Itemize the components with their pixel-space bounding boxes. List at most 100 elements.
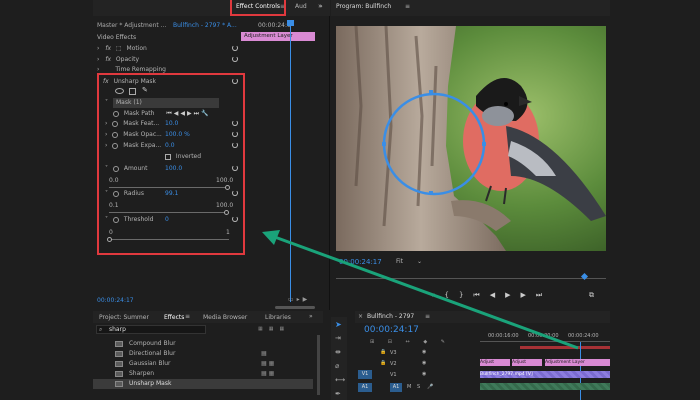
mask-path-row[interactable]: Mask Path ⏮◀◀▶⏭🔧 <box>113 109 241 119</box>
pen-mask-icon[interactable]: ✎ <box>142 86 148 94</box>
expand-chevron-icon[interactable]: › <box>105 120 107 127</box>
effects-list-item[interactable]: Sharpen ▦ ▦ <box>93 369 313 379</box>
tab-project-summer[interactable]: Project: Summer <box>99 314 149 321</box>
source-patch-a1[interactable]: A1 <box>358 383 372 392</box>
motion-reset-icon[interactable] <box>232 45 238 51</box>
program-ruler[interactable] <box>336 278 606 279</box>
rectangle-mask-icon[interactable] <box>129 88 136 95</box>
program-timecode[interactable]: 00:00:24:17 <box>339 258 382 266</box>
eye-icon[interactable]: ◉ <box>422 371 426 377</box>
radius-value[interactable]: 99.1 <box>165 189 178 199</box>
timeline-toolbar[interactable]: ⊞ ⊟ ↔ ◆ ✎ <box>370 339 451 345</box>
inverted-checkbox[interactable] <box>165 153 171 160</box>
tab-effects-menu-icon[interactable]: ≡ <box>185 313 190 320</box>
ripple-edit-tool-icon[interactable]: ⇼ <box>335 348 341 356</box>
threshold-reset-icon[interactable] <box>232 216 238 222</box>
fx-icon[interactable]: fx <box>105 45 111 52</box>
stopwatch-icon[interactable] <box>112 190 119 197</box>
stopwatch-icon[interactable] <box>112 165 119 172</box>
ec-scrollbar[interactable] <box>275 306 315 309</box>
opacity-row[interactable]: › fx Opacity <box>97 55 237 65</box>
mask-expansion-row[interactable]: › Mask Expa... 0.0 <box>105 141 241 151</box>
unsharp-reset-icon[interactable] <box>232 78 238 84</box>
search-icons-right[interactable]: ▦▦▦ <box>258 326 290 332</box>
export-frame-icon[interactable]: ⧉ <box>589 291 594 300</box>
ellipse-mask-icon[interactable] <box>115 88 124 94</box>
timeline-menu-icon[interactable]: ≡ <box>425 313 430 320</box>
threshold-row[interactable]: ˅ Threshold 0 <box>105 215 241 225</box>
timeline-close-icon[interactable]: × <box>358 313 363 320</box>
radius-row[interactable]: ˅ Radius 99.1 <box>105 189 241 199</box>
expand-chevron-icon[interactable]: › <box>97 45 99 52</box>
lock-icon[interactable]: 🔒 <box>380 349 386 355</box>
program-video-frame[interactable] <box>336 26 606 251</box>
effects-list-item[interactable]: Gaussian Blur ▦ ▦ <box>93 359 313 369</box>
panel-overflow-icon[interactable]: » <box>318 2 322 10</box>
collapse-chevron-icon[interactable]: ˅ <box>105 99 108 106</box>
effects-scrollbar[interactable] <box>317 335 320 395</box>
stopwatch-icon[interactable] <box>112 216 119 223</box>
expansion-reset-icon[interactable] <box>232 142 238 148</box>
bullfinch-video-clip[interactable]: Bullfinch_2797.mp4 [V] <box>480 371 610 378</box>
razor-tool-icon[interactable]: ⌀ <box>335 362 339 370</box>
slip-tool-icon[interactable]: ⟷ <box>335 376 345 384</box>
timeline-timecode[interactable]: 00:00:24:17 <box>364 325 419 335</box>
inverted-row[interactable]: Inverted <box>165 152 201 162</box>
opacity-reset-icon[interactable] <box>232 56 238 62</box>
mic-icon[interactable]: 🎤 <box>427 384 433 390</box>
mask-opacity-row[interactable]: › Mask Opac... 100.0 % <box>105 130 241 140</box>
tab-audio[interactable]: Aud <box>295 0 307 14</box>
timeline-ruler[interactable] <box>480 341 610 345</box>
mask-opacity-value[interactable]: 100.0 % <box>165 130 190 140</box>
fit-dropdown[interactable]: Fit ⌄ <box>396 258 422 265</box>
audio-clip[interactable] <box>480 383 610 390</box>
mask-track-controls[interactable]: ⏮◀◀▶⏭🔧 <box>166 110 210 117</box>
radius-reset-icon[interactable] <box>232 190 238 196</box>
stopwatch-icon[interactable] <box>112 131 119 138</box>
opacity-mask-reset-icon[interactable] <box>232 131 238 137</box>
amount-reset-icon[interactable] <box>232 165 238 171</box>
stopwatch-icon[interactable] <box>113 110 119 117</box>
fx-icon[interactable]: fx <box>103 78 109 85</box>
collapse-chevron-icon[interactable]: ˅ <box>105 190 108 197</box>
expand-chevron-icon[interactable]: › <box>97 66 99 73</box>
track-select-tool-icon[interactable]: ⇥ <box>335 334 341 342</box>
adjustment-clip[interactable]: Adjust <box>512 359 542 366</box>
collapse-chevron-icon[interactable]: ˅ <box>105 165 108 172</box>
stopwatch-icon[interactable] <box>112 142 119 149</box>
selection-tool-icon[interactable]: ➤ <box>335 320 342 329</box>
source-patch-v1[interactable]: V1 <box>358 370 372 379</box>
tab-media-browser[interactable]: Media Browser <box>203 314 247 321</box>
ec-footer-buttons[interactable]: ▭▸▶ <box>288 296 310 303</box>
mute-icon[interactable]: M <box>407 384 411 390</box>
solo-icon[interactable]: S <box>417 384 420 390</box>
expand-chevron-icon[interactable]: › <box>105 142 107 149</box>
mask-expansion-value[interactable]: 0.0 <box>165 141 175 151</box>
mask-feather-value[interactable]: 10.0 <box>165 119 178 129</box>
amount-slider-track[interactable] <box>109 187 229 188</box>
sequence-link[interactable]: Bullfinch - 2797 * A... <box>173 21 237 31</box>
pen-tool-icon[interactable]: ✒ <box>335 390 341 398</box>
radius-slider-track[interactable] <box>109 212 229 213</box>
effects-search-input[interactable]: sharp <box>109 326 126 334</box>
collapse-chevron-icon[interactable]: ˅ <box>105 216 108 223</box>
timeline-title[interactable]: Bullfinch - 2797 <box>367 313 414 320</box>
adjustment-layer-bar[interactable]: Adjustment Layer <box>241 32 315 41</box>
motion-row[interactable]: › fx ⬚ Motion <box>97 44 237 54</box>
tab-effects[interactable]: Effects <box>164 314 184 321</box>
unsharp-mask-header[interactable]: fx Unsharp Mask <box>103 77 241 87</box>
tabs-more-icon[interactable]: » <box>309 313 313 320</box>
effects-list-item[interactable]: Directional Blur ▦ <box>93 349 313 359</box>
expand-chevron-icon[interactable]: › <box>105 131 107 138</box>
eye-icon[interactable]: ◉ <box>422 360 426 366</box>
adjustment-layer-clip[interactable]: Adjustment Layer <box>545 359 610 366</box>
tab-libraries[interactable]: Libraries <box>265 314 291 321</box>
threshold-slider-track[interactable] <box>109 239 229 240</box>
mask-feather-row[interactable]: › Mask Feat... 10.0 <box>105 119 241 129</box>
eye-icon[interactable]: ◉ <box>422 349 426 355</box>
effects-list-item[interactable]: Compound Blur <box>93 339 313 349</box>
threshold-value[interactable]: 0 <box>165 215 169 225</box>
stopwatch-icon[interactable] <box>112 120 119 127</box>
expand-chevron-icon[interactable]: › <box>97 56 99 63</box>
transport-controls[interactable]: ▾{}⏮◀▶▶⏭ <box>431 291 552 300</box>
